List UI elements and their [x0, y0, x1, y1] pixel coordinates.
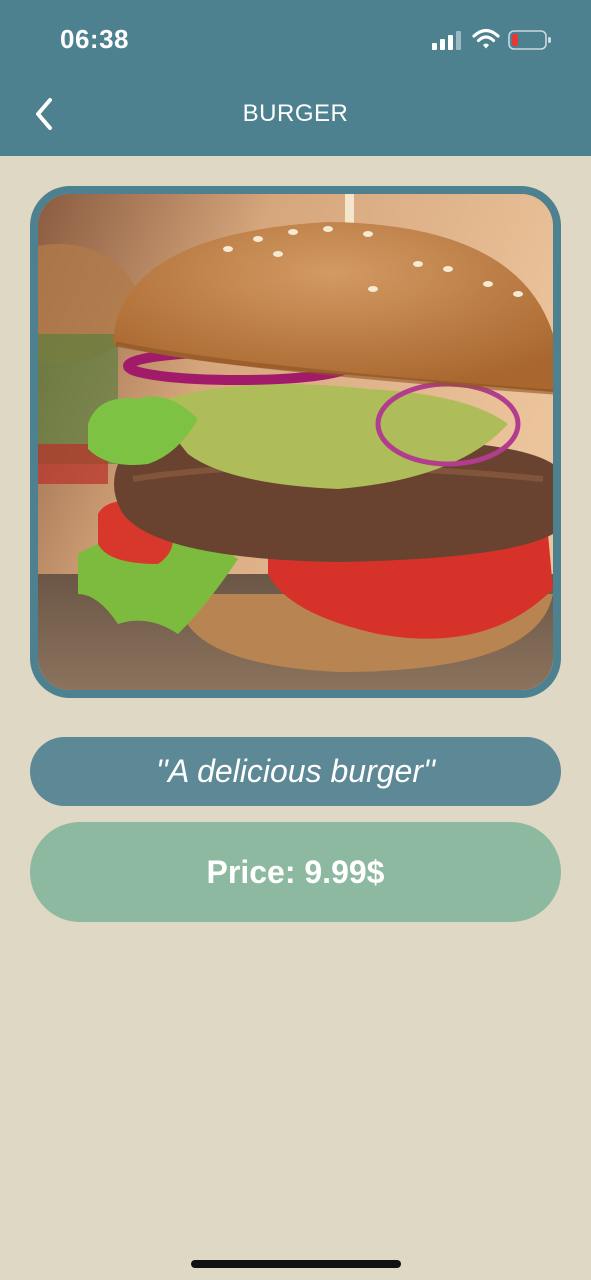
burger-illustration	[38, 194, 553, 690]
home-indicator[interactable]	[191, 1260, 401, 1268]
description-text: ''A delicious burger''	[155, 753, 436, 789]
product-image	[30, 186, 561, 698]
description-badge: ''A delicious burger''	[30, 737, 561, 806]
battery-low-icon	[508, 30, 551, 50]
price-button[interactable]: Price: 9.99$	[30, 822, 561, 922]
price-text: Price: 9.99$	[206, 853, 385, 890]
cellular-signal-icon	[432, 31, 461, 50]
status-time: 06:38	[60, 24, 129, 54]
nav-header: 06:38 BURGER	[0, 0, 591, 156]
wifi-icon	[472, 28, 500, 49]
page-title: BURGER	[242, 100, 349, 127]
